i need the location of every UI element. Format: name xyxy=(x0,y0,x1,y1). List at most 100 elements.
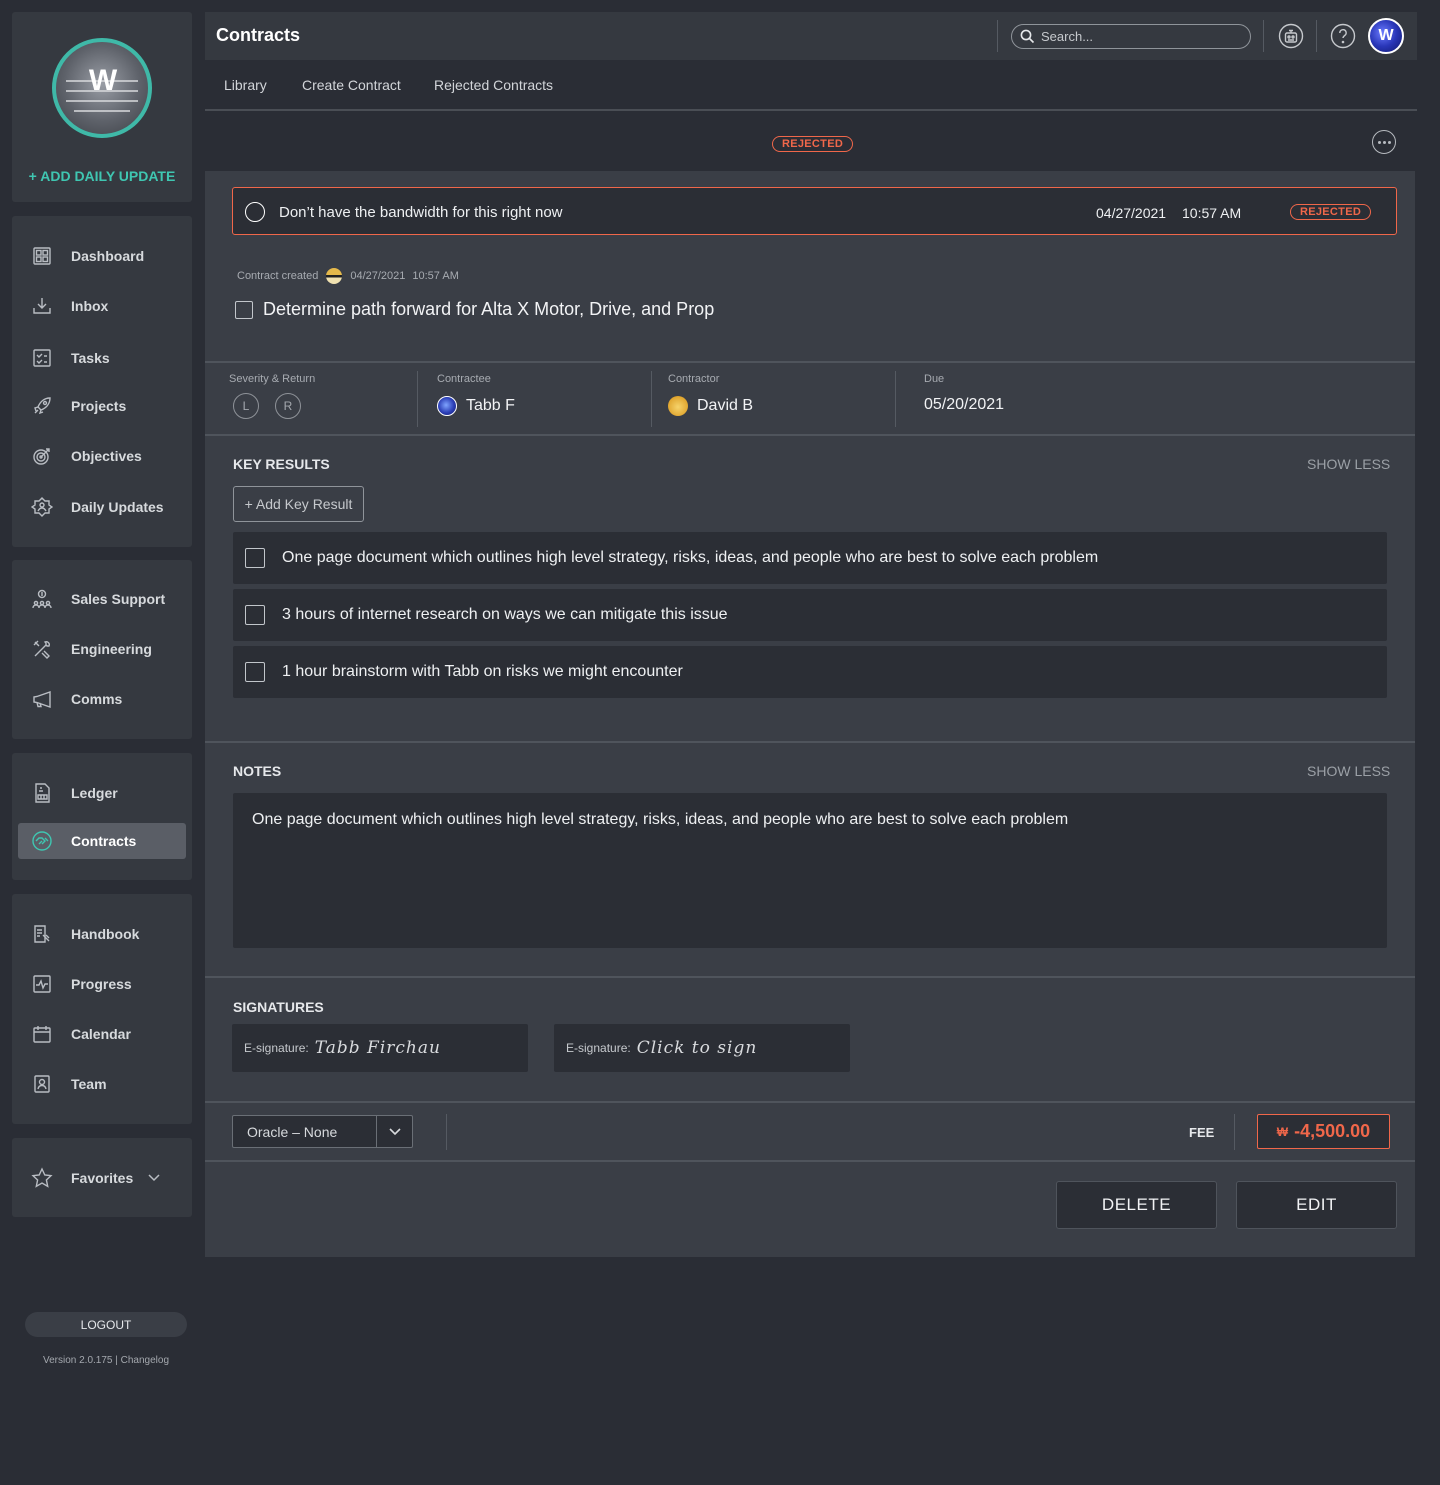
sidebar-item-label: Projects xyxy=(71,398,127,414)
sidebar-item-team[interactable]: Team xyxy=(18,1066,186,1102)
created-label: Contract created xyxy=(237,270,319,282)
notes-heading: NOTES xyxy=(233,763,282,779)
add-key-result-button[interactable]: + Add Key Result xyxy=(233,486,364,522)
sidebar-group-favorites: Favorites xyxy=(12,1138,192,1217)
sidebar-item-sales-support[interactable]: Sales Support xyxy=(18,581,186,617)
sidebar-group-teams: Sales Support Engineering Comms xyxy=(12,560,192,739)
logout-button[interactable]: LOGOUT xyxy=(25,1312,187,1337)
daily-updates-icon xyxy=(30,495,54,519)
chevron-down-icon[interactable] xyxy=(376,1116,412,1147)
sidebar-item-label: Contracts xyxy=(71,833,137,849)
calendar-icon xyxy=(30,1022,54,1046)
divider xyxy=(997,20,998,52)
key-result-item: 3 hours of internet research on ways we … xyxy=(233,589,1387,641)
key-result-item: 1 hour brainstorm with Tabb on risks we … xyxy=(233,646,1387,698)
contract-created-meta: Contract created 04/27/2021 10:57 AM xyxy=(237,268,459,284)
sidebar-item-projects[interactable]: Projects xyxy=(18,388,186,424)
return-level-button[interactable]: R xyxy=(275,393,301,419)
sidebar-item-objectives[interactable]: Objectives xyxy=(18,438,186,474)
add-daily-update-button[interactable]: + ADD DAILY UPDATE xyxy=(12,168,192,184)
version-info[interactable]: Version 2.0.175 | Changelog xyxy=(12,1355,200,1366)
sidebar-item-favorites[interactable]: Favorites xyxy=(18,1160,186,1196)
oracle-select[interactable]: Oracle – None xyxy=(232,1115,413,1148)
handbook-icon xyxy=(30,922,54,946)
rejection-date: 04/27/2021 xyxy=(1096,205,1167,221)
fee-label: FEE xyxy=(1189,1125,1215,1140)
sidebar-item-tasks[interactable]: Tasks xyxy=(18,340,186,376)
signature-contractor[interactable]: E-signature: Click to sign xyxy=(554,1024,850,1072)
contractee[interactable]: Tabb F xyxy=(437,396,515,416)
key-result-checkbox[interactable] xyxy=(245,605,265,625)
divider xyxy=(446,1114,447,1150)
key-results-show-less[interactable]: SHOW LESS xyxy=(1307,456,1390,472)
search-input[interactable] xyxy=(1041,29,1231,44)
sidebar-item-contracts[interactable]: Contracts xyxy=(18,823,186,859)
sidebar-item-engineering[interactable]: Engineering xyxy=(18,631,186,667)
sidebar-item-label: Ledger xyxy=(71,785,118,801)
bot-icon[interactable] xyxy=(1278,23,1304,49)
contractor-label: Contractor xyxy=(668,373,720,385)
contractor[interactable]: David B xyxy=(668,396,753,416)
page-title: Contracts xyxy=(216,25,301,45)
due-date[interactable]: 05/20/2021 xyxy=(924,396,1004,414)
signature-label: E-signature: xyxy=(566,1041,631,1055)
notes-show-less[interactable]: SHOW LESS xyxy=(1307,763,1390,779)
key-result-checkbox[interactable] xyxy=(245,662,265,682)
sidebar-item-calendar[interactable]: Calendar xyxy=(18,1016,186,1052)
sidebar-item-comms[interactable]: Comms xyxy=(18,681,186,717)
sidebar-item-label: Objectives xyxy=(71,448,142,464)
delete-button[interactable]: DELETE xyxy=(1056,1181,1217,1229)
sidebar-item-handbook[interactable]: Handbook xyxy=(18,916,186,952)
key-result-text: 3 hours of internet research on ways we … xyxy=(282,606,728,623)
sales-support-icon xyxy=(30,587,54,611)
sidebar-item-label: Daily Updates xyxy=(71,499,164,515)
divider xyxy=(417,371,418,427)
sidebar-item-daily-updates[interactable]: Daily Updates xyxy=(18,489,186,525)
contract-title-row: Determine path forward for Alta X Motor,… xyxy=(235,299,714,320)
sidebar-item-label: Engineering xyxy=(71,641,152,657)
help-icon[interactable] xyxy=(1330,23,1356,49)
search-box[interactable] xyxy=(1011,24,1251,49)
key-result-item: One page document which outlines high le… xyxy=(233,532,1387,584)
divider xyxy=(651,371,652,427)
key-result-text: One page document which outlines high le… xyxy=(282,549,1099,566)
divider xyxy=(895,371,896,427)
sidebar-item-label: Favorites xyxy=(71,1170,134,1186)
sidebar-item-label: Progress xyxy=(71,976,132,992)
rejection-time: 10:57 AM xyxy=(1182,205,1242,221)
sidebar-item-ledger[interactable]: Ledger xyxy=(18,775,186,811)
progress-icon xyxy=(30,972,54,996)
sidebar-item-label: Inbox xyxy=(71,298,109,314)
key-results-heading: KEY RESULTS xyxy=(233,456,330,472)
more-options-icon[interactable] xyxy=(1372,130,1396,154)
sidebar-item-dashboard[interactable]: Dashboard xyxy=(18,238,186,274)
user-avatar[interactable]: W xyxy=(1368,18,1404,54)
divider xyxy=(1234,1114,1235,1150)
dashboard-icon xyxy=(30,244,54,268)
fee-amount-box: ₩ -4,500.00 xyxy=(1257,1114,1390,1149)
tab-create-contract[interactable]: Create Contract xyxy=(302,77,401,93)
notes-textarea[interactable]: One page document which outlines high le… xyxy=(233,793,1387,948)
signature-value: Tabb Firchau xyxy=(314,1038,441,1058)
click-to-sign[interactable]: Click to sign xyxy=(637,1038,758,1058)
ledger-icon xyxy=(30,781,54,805)
severity-level-button[interactable]: L xyxy=(233,393,259,419)
key-result-checkbox[interactable] xyxy=(245,548,265,568)
currency-icon: ₩ xyxy=(1276,1124,1289,1139)
contract-details-row: Severity & Return L R Contractee Tabb F … xyxy=(205,363,1415,434)
notes-text: One page document which outlines high le… xyxy=(252,811,1069,828)
contract-complete-checkbox[interactable] xyxy=(235,300,253,319)
signature-contractee: E-signature: Tabb Firchau xyxy=(232,1024,528,1072)
created-date: 04/27/2021 xyxy=(350,270,406,282)
oracle-value: Oracle – None xyxy=(247,1123,338,1140)
tab-library[interactable]: Library xyxy=(224,77,267,93)
sidebar-item-inbox[interactable]: Inbox xyxy=(18,288,186,324)
chevron-down-icon[interactable] xyxy=(147,1173,161,1183)
signatures-heading: SIGNATURES xyxy=(233,999,324,1015)
workspace-logo[interactable]: W xyxy=(52,38,152,138)
tab-rejected-contracts[interactable]: Rejected Contracts xyxy=(434,77,553,93)
sidebar-group-main: Dashboard Inbox Tasks Projects Objective… xyxy=(12,216,192,547)
edit-button[interactable]: EDIT xyxy=(1236,1181,1397,1229)
sidebar-item-progress[interactable]: Progress xyxy=(18,966,186,1002)
rejection-status-badge: REJECTED xyxy=(1290,204,1372,220)
